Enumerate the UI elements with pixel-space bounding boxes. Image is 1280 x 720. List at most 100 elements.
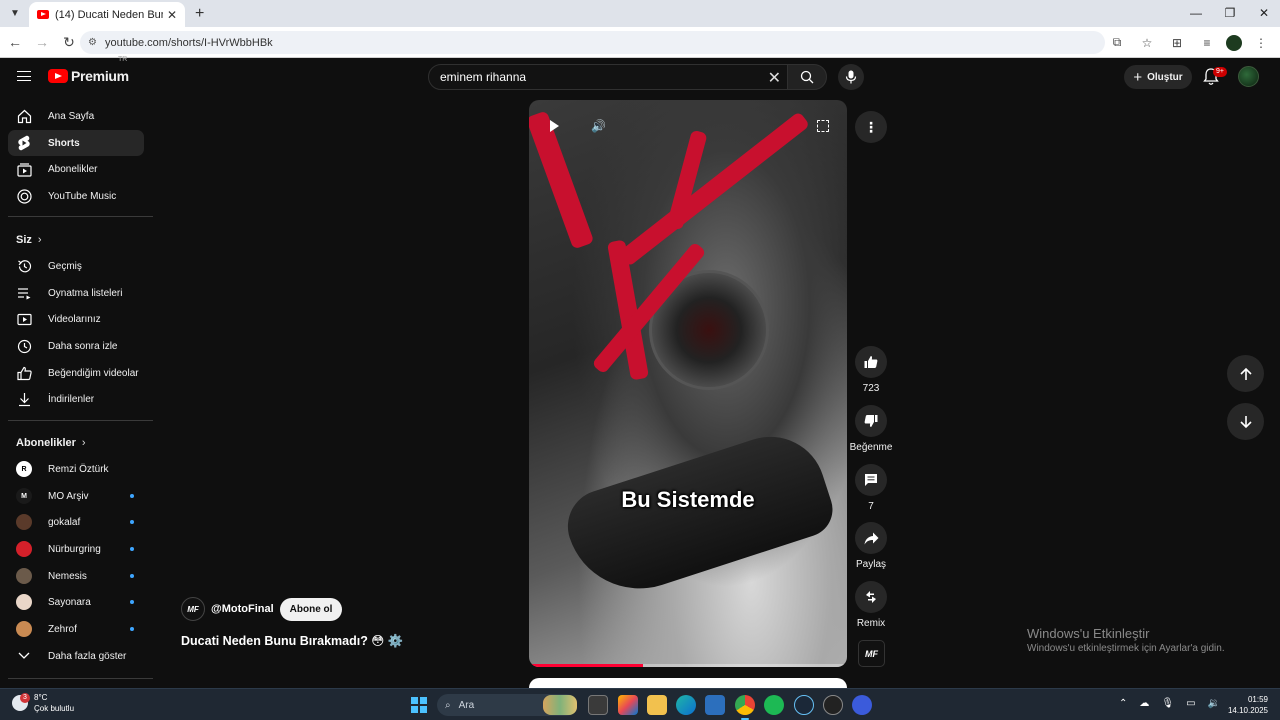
share-label: Paylaş: [855, 559, 886, 570]
youtube-premium-logo[interactable]: Premium: [48, 68, 129, 84]
show-more-label: Daha fazla göster: [48, 650, 127, 662]
sound-source-thumbnail[interactable]: MF: [858, 640, 885, 667]
back-arrow-icon[interactable]: ←: [3, 34, 27, 50]
channel-avatar[interactable]: MF: [181, 597, 205, 621]
downloads-icon: [16, 391, 32, 407]
comments-button[interactable]: [855, 464, 887, 496]
tab-close-icon[interactable]: ✕: [167, 8, 177, 22]
display-icon[interactable]: ▭: [1186, 698, 1195, 709]
sidebar-item-liked-videos[interactable]: Beğendiğim videolar: [8, 360, 144, 386]
youtube-favicon-icon: [37, 10, 49, 19]
sidebar-item-playlists[interactable]: Oynatma listeleri: [8, 280, 144, 306]
onedrive-icon[interactable]: ☁: [1139, 698, 1149, 709]
dislike-button[interactable]: [855, 405, 887, 437]
sidebar-item-subscriptions[interactable]: Abonelikler: [8, 156, 144, 182]
new-tab-button[interactable]: +: [195, 5, 204, 23]
more-options-button[interactable]: ⋮: [855, 111, 887, 143]
extensions-icon[interactable]: ⊞: [1166, 36, 1188, 50]
system-tray: ⌃ ☁ 🎙 ▭ 🔉: [1107, 698, 1220, 709]
sidebar-item-home[interactable]: Ana Sayfa: [8, 103, 144, 129]
reload-icon[interactable]: ↻: [57, 34, 81, 51]
like-button[interactable]: [855, 346, 887, 378]
subscription-label: Nürburgring: [48, 543, 101, 555]
minimize-button[interactable]: —: [1180, 0, 1212, 27]
shorts-video-player[interactable]: 🔊 Bu Sistemde: [529, 100, 847, 667]
play-icon[interactable]: [550, 120, 559, 132]
sidebar-item-watch-later[interactable]: Daha sonra izle: [8, 333, 144, 359]
create-button[interactable]: + Oluştur: [1124, 65, 1192, 89]
spotify-icon[interactable]: [764, 695, 784, 715]
app-icon[interactable]: [823, 695, 843, 715]
browser-tab-bar: ▼ (14) Ducati Neden Bunu Bırakmadı ✕ + —…: [0, 0, 1280, 28]
tab-search-menu-icon[interactable]: ▼: [3, 2, 27, 26]
chevron-up-icon[interactable]: ⌃: [1119, 698, 1127, 709]
browser-tab[interactable]: (14) Ducati Neden Bunu Bırakmadı ✕: [29, 1, 185, 28]
browser-profile-avatar[interactable]: [1226, 34, 1242, 51]
next-short-preview[interactable]: [529, 678, 847, 688]
taskbar-search-placeholder: Ara: [458, 699, 475, 711]
volume-icon[interactable]: 🔊: [591, 119, 606, 133]
show-more-button[interactable]: Daha fazla göster: [8, 643, 144, 669]
subscribe-button[interactable]: Abone ol: [279, 597, 343, 621]
system-clock[interactable]: 01:59 14.10.2025: [1228, 694, 1268, 716]
steam-icon[interactable]: [794, 695, 814, 715]
video-progress-bar[interactable]: [529, 664, 847, 667]
subscription-item[interactable]: R Remzi Öztürk: [8, 456, 144, 482]
share-icon: [864, 532, 878, 544]
browser-toolbar: ← → ↻ ⚙ youtube.com/shorts/I-HVrWbbHBk ⧉…: [0, 27, 1280, 58]
remix-action: Remix: [846, 581, 896, 629]
install-app-icon[interactable]: ⧉: [1106, 35, 1128, 50]
taskbar-search[interactable]: ⌕ Ara: [437, 694, 577, 716]
next-short-button[interactable]: [1227, 403, 1264, 440]
voice-search-button[interactable]: [838, 64, 864, 90]
hamburger-menu-icon[interactable]: [17, 71, 31, 81]
channel-avatar: [16, 514, 32, 530]
remix-button[interactable]: [855, 581, 887, 613]
subscriptions-section-heading[interactable]: Abonelikler ›: [16, 437, 86, 449]
windows-start-icon[interactable]: [411, 697, 427, 713]
share-button[interactable]: [855, 522, 887, 554]
restore-button[interactable]: ❐: [1214, 0, 1246, 27]
sidebar-item-your-videos[interactable]: Videolarınız: [8, 306, 144, 332]
copilot-icon[interactable]: [618, 695, 638, 715]
clear-search-icon[interactable]: ✕: [768, 68, 781, 88]
media-control-icon[interactable]: ≡: [1196, 36, 1218, 50]
search-input[interactable]: eminem rihanna ✕: [428, 64, 788, 90]
address-bar[interactable]: ⚙ youtube.com/shorts/I-HVrWbbHBk: [80, 31, 1105, 54]
user-avatar[interactable]: [1238, 66, 1259, 87]
subscription-item[interactable]: Nemesis: [8, 563, 144, 589]
subscription-item[interactable]: Zehrof: [8, 616, 144, 642]
sidebar-item-shorts[interactable]: Shorts: [8, 130, 144, 156]
sidebar-item-downloads[interactable]: İndirilenler: [8, 386, 144, 412]
weather-desc: Çok bulutlu: [34, 704, 75, 713]
subscription-item[interactable]: Nürburgring: [8, 536, 144, 562]
bookmark-star-icon[interactable]: ☆: [1136, 36, 1158, 50]
file-explorer-icon[interactable]: [647, 695, 667, 715]
sidebar-item-label: YouTube Music: [48, 190, 117, 202]
volume-icon[interactable]: 🔉: [1208, 698, 1220, 709]
edge-icon[interactable]: [676, 695, 696, 715]
previous-short-button[interactable]: [1227, 355, 1264, 392]
sidebar-item-youtube-music[interactable]: YouTube Music: [8, 183, 144, 209]
forward-arrow-icon[interactable]: →: [30, 34, 54, 50]
chrome-icon[interactable]: [735, 695, 755, 715]
globe-app-icon[interactable]: [852, 695, 872, 715]
weather-widget[interactable]: 3 8°C Çok bulutlu: [12, 692, 74, 714]
url-text: youtube.com/shorts/I-HVrWbbHBk: [104, 36, 273, 49]
subscription-item[interactable]: M MO Arşiv: [8, 483, 144, 509]
close-window-button[interactable]: ✕: [1248, 0, 1280, 27]
new-content-dot: [130, 547, 134, 551]
fullscreen-icon[interactable]: [817, 120, 829, 132]
subscription-item[interactable]: gokalaf: [8, 509, 144, 535]
cloud-icon: 3: [12, 693, 30, 711]
site-info-icon[interactable]: ⚙: [88, 37, 97, 48]
task-view-icon[interactable]: [588, 695, 608, 715]
you-section-heading[interactable]: Siz ›: [16, 234, 42, 246]
browser-menu-icon[interactable]: ⋮: [1250, 36, 1272, 50]
search-button[interactable]: [787, 64, 827, 90]
microphone-icon[interactable]: 🎙: [1161, 698, 1174, 709]
channel-handle[interactable]: @MotoFinal: [211, 603, 274, 615]
store-icon[interactable]: [705, 695, 725, 715]
subscription-item[interactable]: Sayonara: [8, 589, 144, 615]
sidebar-item-history[interactable]: Geçmiş: [8, 253, 144, 279]
